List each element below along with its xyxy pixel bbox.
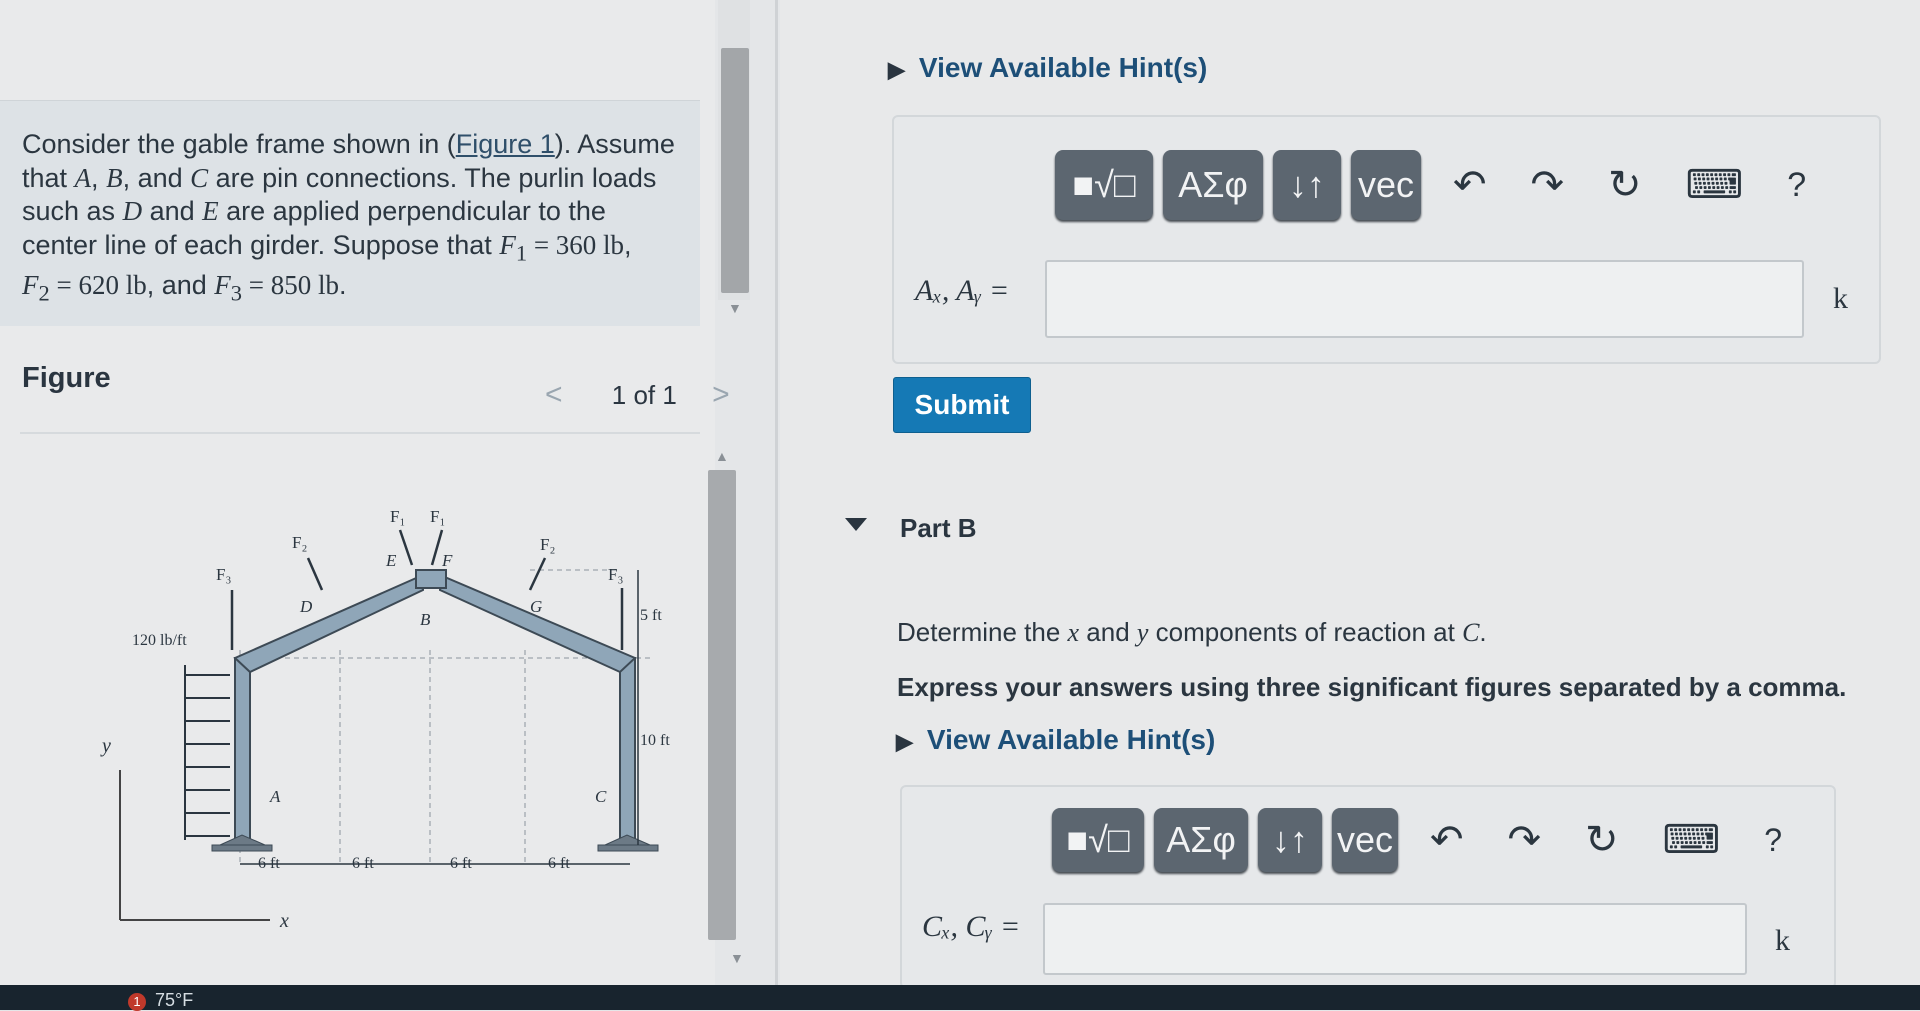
distributed-load xyxy=(184,665,230,840)
scroll-down-arrow-icon[interactable]: ▼ xyxy=(728,300,742,316)
greek-symbols-button[interactable]: ΑΣφ xyxy=(1154,808,1248,872)
label-f3-right: F₃ xyxy=(608,565,623,584)
part-b-instruction: Express your answers using three signifi… xyxy=(897,672,1847,702)
part-a-unit: k xyxy=(1833,282,1848,315)
label-dim-10ft: 10 ft xyxy=(640,732,670,749)
label-a: A xyxy=(269,787,281,806)
weather-temperature[interactable]: 75°F xyxy=(155,990,193,1011)
ground-c xyxy=(597,844,659,852)
part-b-answer-input[interactable] xyxy=(1043,903,1747,975)
keyboard-icon[interactable]: ⌨ xyxy=(1686,162,1744,208)
vector-button[interactable]: vec xyxy=(1351,150,1421,220)
undo-icon[interactable]: ↶ xyxy=(1453,162,1487,208)
help-button[interactable]: ? xyxy=(1787,166,1806,205)
axis-y-label: y xyxy=(100,735,111,757)
label-c: C xyxy=(595,787,607,806)
figure-scrollbar-thumb[interactable] xyxy=(708,470,736,940)
label-dim-5ft: 5 ft xyxy=(640,607,662,624)
label-f2-left: F₂ xyxy=(292,533,307,552)
label-f3-left: F₃ xyxy=(216,565,231,584)
part-b-title[interactable]: Part B xyxy=(900,513,977,544)
part-b-answer-label: Cₓ, Cᵧ = xyxy=(922,910,1021,943)
collapse-caret-icon[interactable] xyxy=(845,518,867,531)
figure-link[interactable]: Figure 1 xyxy=(456,129,555,159)
redo-icon[interactable]: ↷ xyxy=(1531,162,1565,208)
part-b-unit: k xyxy=(1775,924,1790,957)
subscript-superscript-button[interactable]: ↓↑ xyxy=(1273,150,1341,220)
right-column xyxy=(619,657,636,846)
reset-icon[interactable]: ↻ xyxy=(1608,162,1642,208)
label-d: D xyxy=(299,597,313,616)
keyboard-icon[interactable]: ⌨ xyxy=(1663,817,1721,863)
pin-b xyxy=(415,569,447,589)
part-b-math-toolbar: ■√□ ΑΣφ ↓↑ vec ↶ ↷ ↻ ⌨ ? xyxy=(1052,808,1804,872)
left-column xyxy=(234,657,251,846)
part-b-hint-link[interactable]: ▶ View Available Hint(s) xyxy=(896,724,1215,756)
templates-button[interactable]: ■√□ xyxy=(1055,150,1153,220)
part-a-answer-label: Aₓ, Aᵧ = xyxy=(915,274,1010,307)
gable-frame-figure: y x F₃ F₂ F₁ F₁ F₂ F₃ E F D G B A C 120 … xyxy=(100,507,670,932)
figure-page-counter: 1 of 1 xyxy=(611,380,677,410)
label-f: F xyxy=(441,551,453,570)
templates-button[interactable]: ■√□ xyxy=(1052,808,1144,872)
label-load: 120 lb/ft xyxy=(132,632,187,649)
taskbar xyxy=(0,985,1920,1010)
label-f1-left: F₁ xyxy=(390,507,405,526)
label-f2-right: F₂ xyxy=(540,535,555,554)
problem-scrollbar-thumb[interactable] xyxy=(721,48,749,293)
scroll-up-arrow-icon[interactable]: ▲ xyxy=(715,448,729,464)
figure-scroll-down-arrow-icon[interactable]: ▼ xyxy=(730,950,744,966)
undo-icon[interactable]: ↶ xyxy=(1430,817,1464,863)
label-e: E xyxy=(385,551,397,570)
figure-pager: < 1 of 1 > xyxy=(545,378,730,412)
axis-x-label: x xyxy=(279,910,289,932)
pane-separator xyxy=(775,0,778,985)
part-a-hint-link[interactable]: ▶ View Available Hint(s) xyxy=(888,52,1207,84)
ground-a xyxy=(211,844,273,852)
redo-icon[interactable]: ↷ xyxy=(1508,817,1542,863)
label-g: G xyxy=(530,597,542,616)
left-girder xyxy=(233,573,424,674)
expand-triangle-icon: ▶ xyxy=(888,57,905,82)
label-b: B xyxy=(420,610,431,629)
label-f1-right: F₁ xyxy=(430,507,445,526)
expand-triangle-icon: ▶ xyxy=(896,729,913,754)
part-b-question: Determine the x and y components of reac… xyxy=(897,617,1487,647)
prev-figure-button[interactable]: < xyxy=(545,378,563,411)
submit-button[interactable]: Submit xyxy=(893,377,1031,433)
vector-button[interactable]: vec xyxy=(1332,808,1398,872)
weather-badge: 1 xyxy=(128,993,146,1011)
support-c xyxy=(604,834,651,846)
subscript-superscript-button[interactable]: ↓↑ xyxy=(1258,808,1322,872)
next-figure-button[interactable]: > xyxy=(712,378,730,411)
part-a-math-toolbar: ■√□ ΑΣφ ↓↑ vec ↶ ↷ ↻ ⌨ ? xyxy=(1055,150,1828,220)
help-button[interactable]: ? xyxy=(1764,822,1782,859)
greek-symbols-button[interactable]: ΑΣφ xyxy=(1163,150,1263,220)
figure-heading: Figure xyxy=(22,362,111,394)
reset-icon[interactable]: ↻ xyxy=(1585,817,1619,863)
problem-statement: Consider the gable frame shown in (Figur… xyxy=(22,129,675,306)
figure-divider xyxy=(20,432,700,434)
right-girder xyxy=(439,573,637,674)
part-a-answer-input[interactable] xyxy=(1045,260,1804,338)
